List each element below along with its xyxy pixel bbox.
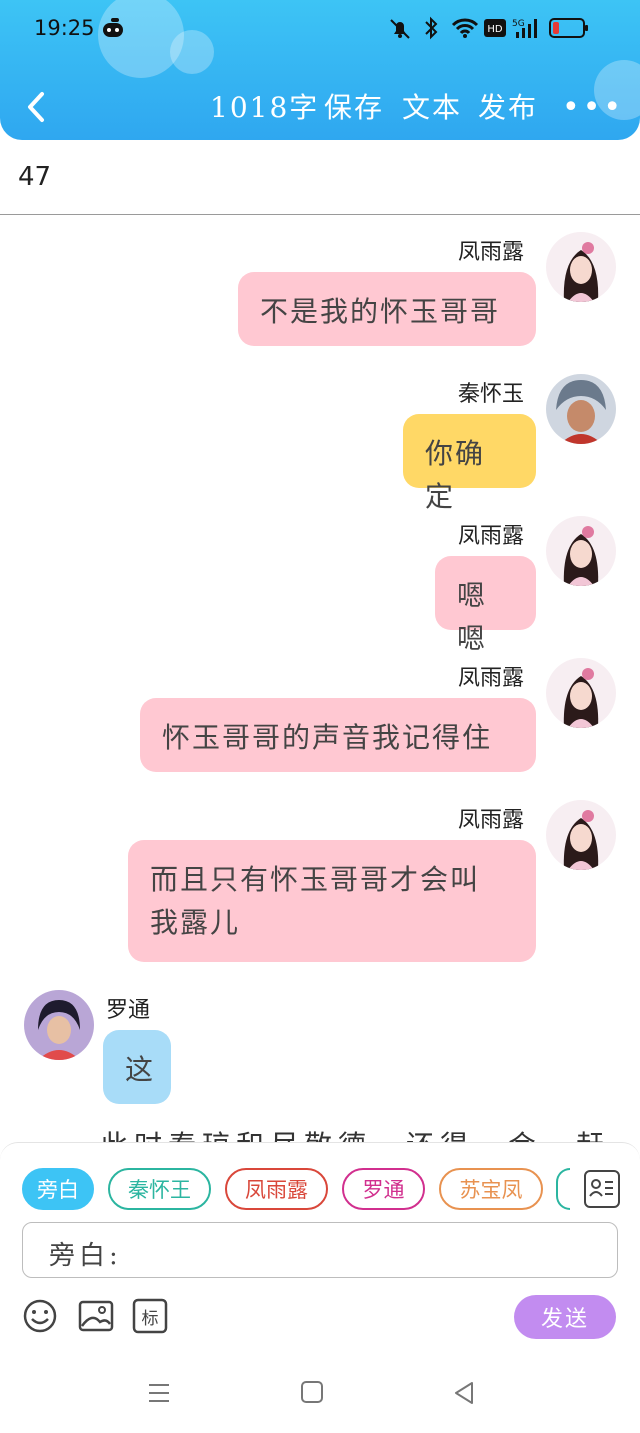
- divider: [0, 214, 640, 215]
- avatar-luo-tong[interactable]: [24, 990, 94, 1060]
- avatar-feng-yulu[interactable]: [546, 516, 616, 586]
- send-button[interactable]: 发送: [514, 1295, 616, 1339]
- back-button[interactable]: [22, 88, 52, 126]
- role-chip-qin-huaiwang[interactable]: 秦怀王: [108, 1168, 211, 1210]
- chat-bubble[interactable]: 你确定: [403, 414, 536, 513]
- battery-icon: [548, 14, 590, 42]
- role-chip-overflow[interactable]: [556, 1168, 570, 1210]
- status-bar: 19:25 HD 5G: [0, 0, 640, 58]
- hd-icon: HD: [484, 14, 506, 42]
- more-button[interactable]: •••: [562, 90, 624, 125]
- avatar-feng-yulu[interactable]: [546, 232, 616, 302]
- emoji-button[interactable]: [22, 1298, 58, 1334]
- input-role-label: 旁白:: [49, 1241, 122, 1271]
- bluetooth-icon: [420, 14, 442, 42]
- chat-bubble[interactable]: 不是我的怀玉哥哥: [238, 272, 536, 346]
- back-nav-icon[interactable]: [452, 1380, 482, 1410]
- chat-bubble[interactable]: 嗯嗯: [435, 556, 536, 655]
- role-chip-narrator[interactable]: 旁白: [22, 1168, 94, 1210]
- editor-toolbar: 1018字 保存 文本 发布 •••: [0, 80, 640, 134]
- speaker-name: 秦怀玉: [458, 382, 525, 407]
- image-button[interactable]: [78, 1298, 114, 1334]
- menu-icon[interactable]: [146, 1380, 176, 1410]
- mark-button[interactable]: 标: [132, 1298, 168, 1334]
- publish-button[interactable]: 发布: [478, 86, 538, 126]
- home-icon[interactable]: [300, 1380, 330, 1410]
- text-button[interactable]: 文本: [402, 86, 462, 126]
- role-chip-feng-yulu[interactable]: 凤雨露: [225, 1168, 328, 1210]
- role-chip-luo-tong[interactable]: 罗通: [342, 1168, 425, 1210]
- save-button[interactable]: 保存: [324, 86, 384, 126]
- status-time: 19:25: [34, 16, 95, 40]
- speaker-name: 凤雨露: [458, 524, 525, 549]
- speaker-name: 罗通: [106, 998, 151, 1023]
- avatar-feng-yulu[interactable]: [546, 800, 616, 870]
- chat-bubble[interactable]: 这: [103, 1030, 171, 1104]
- contact-card-icon: [589, 1179, 613, 1197]
- episode-number: 47: [18, 162, 52, 192]
- chat-bubble[interactable]: 怀玉哥哥的声音我记得住: [140, 698, 536, 772]
- chevron-left-icon: [28, 92, 44, 122]
- bubble-line: 我露儿: [150, 906, 241, 940]
- wifi-icon: [450, 14, 480, 42]
- bubble-line: 而且只有怀玉哥哥才会叫: [150, 863, 481, 896]
- role-chip-su-baofeng[interactable]: 苏宝凤: [439, 1168, 543, 1210]
- role-manager-button[interactable]: [584, 1170, 620, 1208]
- signal-5g-icon: 5G: [512, 14, 542, 42]
- notification-app-icon: [100, 14, 126, 42]
- app-header: 19:25 HD 5G 1018字 保存 文本 发布 •••: [0, 0, 640, 140]
- chat-bubble[interactable]: 而且只有怀玉哥哥才会叫 我露儿: [128, 840, 536, 962]
- avatar-qin-huaiyu[interactable]: [546, 374, 616, 444]
- svg-text:5G: 5G: [512, 19, 525, 29]
- svg-text:HD: HD: [487, 24, 503, 35]
- word-count: 1018字: [210, 91, 320, 124]
- speaker-name: 凤雨露: [458, 808, 525, 833]
- avatar-feng-yulu[interactable]: [546, 658, 616, 728]
- message-input[interactable]: 旁白:: [22, 1222, 618, 1278]
- mute-icon: [386, 14, 414, 42]
- mark-label: 标: [141, 1308, 159, 1329]
- system-nav-bar: [0, 1356, 640, 1433]
- smiley-icon: [23, 1299, 57, 1333]
- image-icon: [78, 1300, 114, 1332]
- speaker-name: 凤雨露: [458, 666, 525, 691]
- speaker-name: 凤雨露: [458, 240, 525, 265]
